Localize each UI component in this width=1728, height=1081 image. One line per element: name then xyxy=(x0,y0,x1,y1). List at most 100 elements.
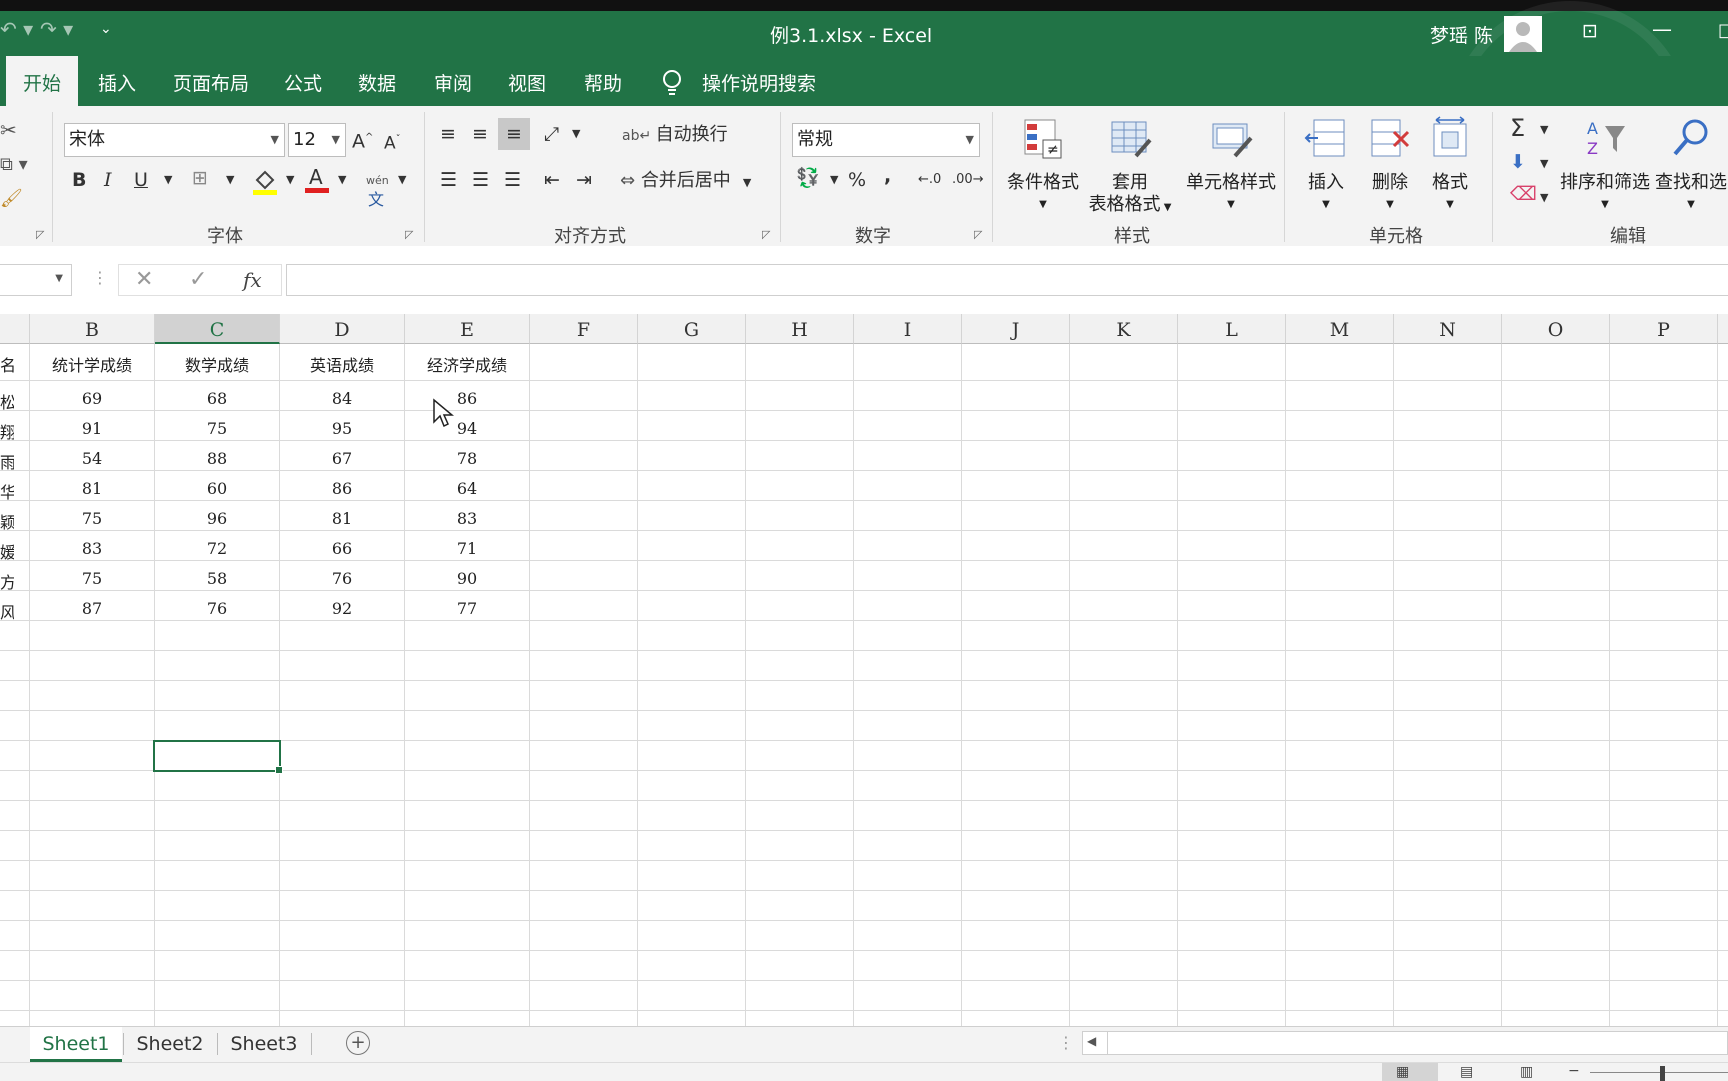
worksheet-grid[interactable]: B C D E F G H I J K L M N O P 名 统计学成绩 数学… xyxy=(0,314,1728,1026)
table-cell[interactable]: 95 xyxy=(280,419,404,438)
tab-page-layout[interactable]: 页面布局 xyxy=(173,56,249,106)
undo-icon[interactable]: ↶ ▾ xyxy=(0,17,33,41)
decrease-font-size-icon[interactable]: Aˇ xyxy=(384,128,401,156)
bold-icon[interactable]: B xyxy=(72,168,86,192)
table-cell[interactable]: 81 xyxy=(30,479,154,498)
column-header[interactable]: G xyxy=(638,314,746,344)
zoom-slider[interactable] xyxy=(1590,1072,1728,1073)
page-layout-view-icon[interactable]: ▤ xyxy=(1460,1064,1473,1080)
find-select-button[interactable]: 查找和选 ▼ xyxy=(1654,116,1728,216)
table-header-cell[interactable]: 名 xyxy=(0,352,14,376)
add-sheet-icon[interactable]: + xyxy=(346,1031,370,1055)
table-cell[interactable]: 60 xyxy=(155,479,279,498)
table-cell[interactable]: 86 xyxy=(280,479,404,498)
tab-insert[interactable]: 插入 xyxy=(98,56,136,106)
table-cell[interactable]: 86 xyxy=(405,389,529,408)
number-format-combo[interactable]: 常规 ▼ xyxy=(792,123,980,157)
accounting-format-icon[interactable]: 💱 xyxy=(796,166,820,190)
fill-icon[interactable]: ⬇ xyxy=(1510,150,1526,174)
decrease-indent-icon[interactable]: ⇤ xyxy=(544,168,560,192)
decrease-decimal-icon[interactable]: .00→ xyxy=(952,172,984,187)
increase-decimal-icon[interactable]: ←.0 xyxy=(918,172,941,187)
table-cell[interactable]: 88 xyxy=(155,449,279,468)
column-header[interactable]: M xyxy=(1286,314,1394,344)
table-cell[interactable]: 75 xyxy=(30,509,154,528)
wrap-text-button[interactable]: ab↵ 自动换行 xyxy=(622,120,728,146)
font-launcher-icon[interactable]: ◸ xyxy=(405,228,413,241)
table-header-cell[interactable]: 经济学成绩 xyxy=(405,352,529,376)
column-header[interactable]: L xyxy=(1178,314,1286,344)
middle-align-icon[interactable]: ≡ xyxy=(472,122,488,146)
table-cell[interactable]: 颖 xyxy=(0,509,14,533)
top-align-icon[interactable]: ≡ xyxy=(440,122,456,146)
increase-indent-icon[interactable]: ⇥ xyxy=(576,168,592,192)
table-cell[interactable]: 76 xyxy=(280,569,404,588)
column-header[interactable]: J xyxy=(962,314,1070,344)
phonetic-guide-icon[interactable]: 文 xyxy=(368,186,384,210)
page-break-view-icon[interactable]: ▥ xyxy=(1520,1064,1533,1080)
table-cell[interactable]: 84 xyxy=(280,389,404,408)
column-header[interactable]: K xyxy=(1070,314,1178,344)
borders-icon[interactable]: ⊞ xyxy=(192,166,208,190)
number-launcher-icon[interactable]: ◸ xyxy=(974,228,982,241)
table-cell[interactable]: 翔 xyxy=(0,419,14,443)
comma-style-icon[interactable]: , xyxy=(884,164,891,188)
horizontal-scrollbar[interactable]: ◀ xyxy=(1082,1031,1728,1055)
column-header[interactable]: E xyxy=(405,314,530,344)
font-size-combo[interactable]: 12 ▼ xyxy=(288,123,346,157)
table-cell[interactable]: 雨 xyxy=(0,449,14,473)
table-cell[interactable]: 81 xyxy=(280,509,404,528)
table-cell[interactable]: 76 xyxy=(155,599,279,618)
align-left-icon[interactable]: ☰ xyxy=(440,168,457,192)
table-cell[interactable]: 风 xyxy=(0,599,14,623)
column-header[interactable]: P xyxy=(1610,314,1718,344)
zoom-slider-thumb[interactable] xyxy=(1660,1066,1665,1081)
tab-review[interactable]: 审阅 xyxy=(434,56,472,106)
table-header-cell[interactable]: 数学成绩 xyxy=(155,352,279,376)
table-cell[interactable]: 87 xyxy=(30,599,154,618)
bottom-align-icon[interactable]: ≡ xyxy=(498,118,530,150)
table-cell[interactable]: 68 xyxy=(155,389,279,408)
tab-formulas[interactable]: 公式 xyxy=(284,56,322,106)
user-name[interactable]: 梦瑶 陈 xyxy=(1430,21,1493,48)
table-cell[interactable]: 54 xyxy=(30,449,154,468)
conditional-formatting-button[interactable]: ≠ 条件格式 ▼ xyxy=(1000,116,1086,216)
table-cell[interactable]: 69 xyxy=(30,389,154,408)
copy-icon[interactable]: ⧉ ▾ xyxy=(0,154,28,175)
fill-handle[interactable] xyxy=(275,766,283,774)
orientation-dropdown-icon[interactable]: ▼ xyxy=(572,122,580,146)
column-header[interactable]: D xyxy=(280,314,405,344)
table-cell[interactable]: 媛 xyxy=(0,539,14,563)
tell-me-search[interactable]: 操作说明搜索 xyxy=(702,56,816,106)
delete-cells-button[interactable]: 删除 ▼ xyxy=(1360,116,1420,216)
orientation-icon[interactable]: ⤢ xyxy=(544,122,559,146)
cut-icon[interactable]: ✂ xyxy=(0,118,17,142)
format-as-table-button[interactable]: 套用 表格格式 ▼ xyxy=(1084,116,1176,219)
table-cell[interactable]: 75 xyxy=(155,419,279,438)
clear-icon[interactable]: ⌫ xyxy=(1510,182,1537,206)
quick-access-customize-icon[interactable]: ⌄ xyxy=(100,21,112,37)
font-name-combo[interactable]: 宋体 ▼ xyxy=(64,123,285,157)
table-cell[interactable]: 方 xyxy=(0,569,14,593)
table-cell[interactable]: 72 xyxy=(155,539,279,558)
fill-color-icon[interactable] xyxy=(252,168,278,200)
table-cell[interactable]: 67 xyxy=(280,449,404,468)
table-cell[interactable]: 75 xyxy=(30,569,154,588)
format-painter-icon[interactable]: 🖌 xyxy=(0,188,23,209)
table-cell[interactable]: 松 xyxy=(0,389,14,413)
underline-dropdown-icon[interactable]: ▼ xyxy=(164,168,172,192)
table-header-cell[interactable]: 英语成绩 xyxy=(280,352,404,376)
table-cell[interactable]: 83 xyxy=(405,509,529,528)
align-center-icon[interactable]: ☰ xyxy=(472,168,489,192)
table-cell[interactable]: 71 xyxy=(405,539,529,558)
table-header-cell[interactable]: 统计学成绩 xyxy=(30,352,154,376)
italic-icon[interactable]: I xyxy=(104,168,112,192)
alignment-launcher-icon[interactable]: ◸ xyxy=(762,228,770,241)
insert-cells-button[interactable]: 插入 ▼ xyxy=(1296,116,1356,216)
column-header[interactable]: O xyxy=(1502,314,1610,344)
sheet-tab-sheet3[interactable]: Sheet3 xyxy=(218,1027,310,1059)
column-header[interactable]: H xyxy=(746,314,854,344)
font-color-icon[interactable]: A xyxy=(304,164,330,198)
zoom-out-icon[interactable]: − xyxy=(1568,1063,1580,1079)
fill-dropdown-icon[interactable]: ▼ xyxy=(1540,152,1548,176)
